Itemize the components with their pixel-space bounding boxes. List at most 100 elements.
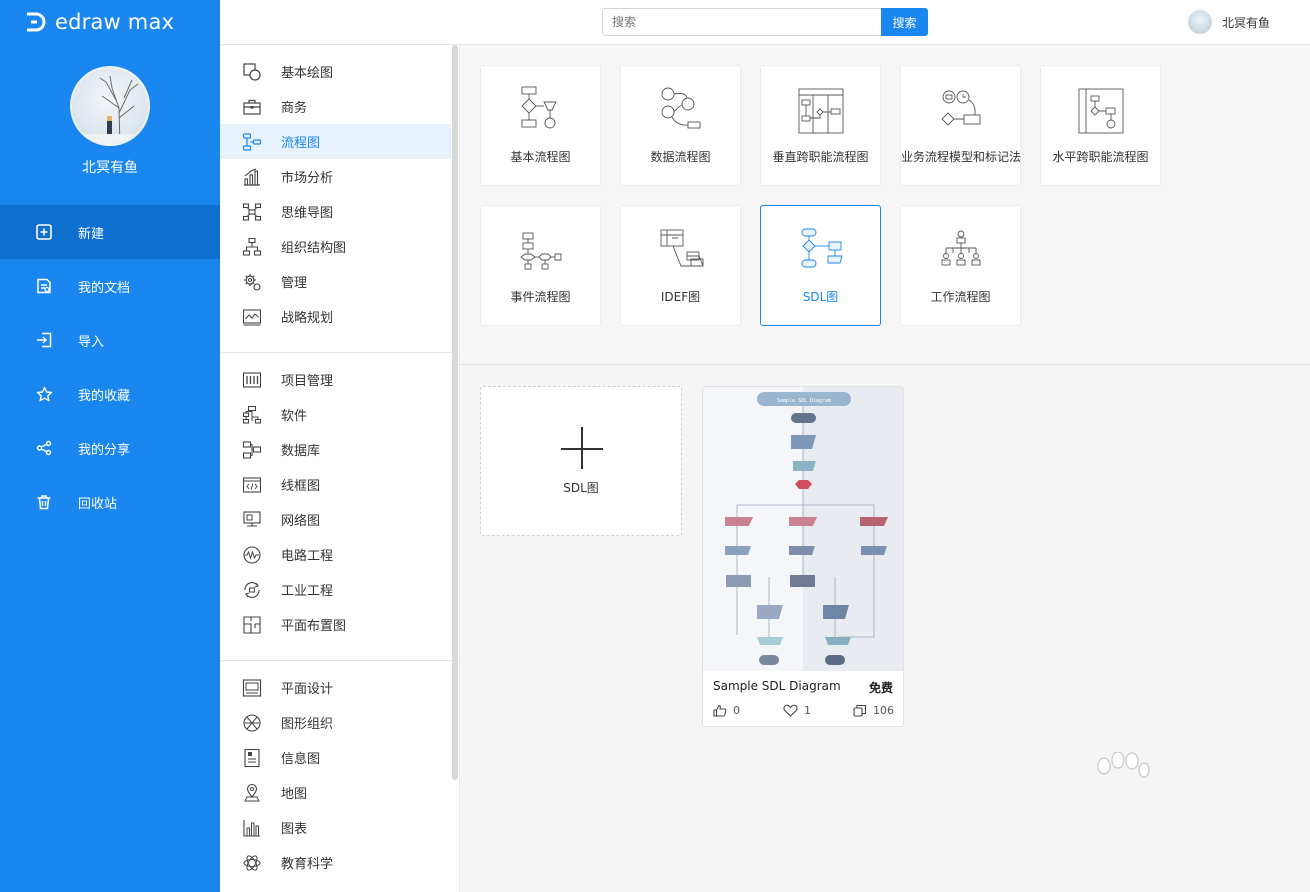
subtype-data-flowchart[interactable]: 数据流程图 bbox=[620, 65, 741, 186]
search-button[interactable]: 搜索 bbox=[881, 8, 928, 36]
thumbs-up-icon bbox=[713, 704, 727, 717]
category-label: 软件 bbox=[281, 409, 308, 424]
category-label: 市场分析 bbox=[281, 171, 334, 186]
circuit-icon bbox=[242, 545, 262, 565]
category-label: 电路工程 bbox=[281, 549, 334, 564]
category-group: 基本绘图 商务 流程图 市场分析 思维导图 组织结构图 管理 战略规划 bbox=[220, 45, 459, 353]
category-infographic[interactable]: 信息图 bbox=[220, 740, 451, 775]
profile-avatar[interactable] bbox=[70, 66, 150, 146]
category-label: 信息图 bbox=[281, 752, 321, 767]
subtype-workflow[interactable]: 工作流程图 bbox=[900, 205, 1021, 326]
subtype-horizontal-cross-functional[interactable]: 水平跨职能流程图 bbox=[1040, 65, 1161, 186]
search-box: 搜索 bbox=[602, 8, 928, 36]
main-nav: 新建 我的文档 导入 我的收藏 我的分享 回收站 bbox=[0, 205, 220, 529]
subtype-basic-flowchart[interactable]: 基本流程图 bbox=[480, 65, 601, 186]
subtype-vertical-cross-functional[interactable]: 垂直跨职能流程图 bbox=[760, 65, 881, 186]
category-circuit[interactable]: 电路工程 bbox=[220, 537, 451, 572]
nav-item-label: 我的文档 bbox=[78, 280, 131, 296]
category-panel: 基本绘图 商务 流程图 市场分析 思维导图 组织结构图 管理 战略规划 项目管理… bbox=[220, 45, 460, 892]
category-label: 数据库 bbox=[281, 444, 321, 459]
category-flowchart[interactable]: 流程图 bbox=[220, 124, 451, 159]
star-icon bbox=[35, 385, 53, 403]
category-label: 管理 bbox=[281, 276, 308, 291]
sdl-thumbnail-icon bbox=[791, 226, 851, 276]
import-icon bbox=[35, 331, 53, 349]
basic-flowchart-thumbnail-icon bbox=[511, 86, 571, 136]
category-business[interactable]: 商务 bbox=[220, 89, 451, 124]
documents-icon bbox=[35, 277, 53, 295]
subtype-bpmn[interactable]: 业务流程模型和标记法 bbox=[900, 65, 1021, 186]
template-price-badge: 免费 bbox=[868, 681, 893, 695]
category-market-analysis[interactable]: 市场分析 bbox=[220, 159, 451, 194]
nav-item-import[interactable]: 导入 bbox=[0, 313, 220, 367]
favorites-count: 1 bbox=[804, 704, 811, 717]
subtype-idef[interactable]: IDEF图 bbox=[620, 205, 741, 326]
search-input[interactable] bbox=[602, 8, 881, 36]
category-label: 线框图 bbox=[281, 479, 321, 494]
wireframe-icon bbox=[242, 475, 262, 495]
category-label: 图表 bbox=[281, 822, 308, 837]
briefcase-icon bbox=[242, 97, 262, 117]
category-strategy[interactable]: 战略规划 bbox=[220, 299, 451, 334]
category-group: 项目管理 软件 数据库 线框图 网络图 电路工程 工业工程 平面布置图 bbox=[220, 353, 459, 661]
subtype-label: SDL图 bbox=[802, 290, 839, 304]
favorites-stat[interactable]: 1 bbox=[783, 704, 811, 717]
map-pin-icon bbox=[242, 783, 262, 803]
category-graphic-design[interactable]: 平面设计 bbox=[220, 670, 451, 705]
template-card[interactable]: Sample SDL Diagram Sample SDL Diagram 免费 bbox=[702, 386, 904, 727]
flowchart-icon bbox=[242, 132, 262, 152]
category-network[interactable]: 网络图 bbox=[220, 502, 451, 537]
idef-thumbnail-icon bbox=[651, 226, 711, 276]
category-mind-map[interactable]: 思维导图 bbox=[220, 194, 451, 229]
category-label: 战略规划 bbox=[281, 311, 334, 326]
category-industrial[interactable]: 工业工程 bbox=[220, 572, 451, 607]
category-wireframe[interactable]: 线框图 bbox=[220, 467, 451, 502]
category-map[interactable]: 地图 bbox=[220, 775, 451, 810]
subtype-event-flowchart[interactable]: 事件流程图 bbox=[480, 205, 601, 326]
category-label: 基本绘图 bbox=[281, 66, 334, 81]
horizontal-swimlane-thumbnail-icon bbox=[1071, 86, 1131, 136]
vertical-swimlane-thumbnail-icon bbox=[791, 86, 851, 136]
category-software[interactable]: 软件 bbox=[220, 397, 451, 432]
category-management[interactable]: 管理 bbox=[220, 264, 451, 299]
management-gear-icon bbox=[242, 272, 262, 292]
subtype-label: 水平跨职能流程图 bbox=[1052, 150, 1149, 164]
floor-plan-icon bbox=[242, 615, 262, 635]
new-blank-diagram-card[interactable]: SDL图 bbox=[480, 386, 682, 536]
nav-item-trash[interactable]: 回收站 bbox=[0, 475, 220, 529]
category-scrollbar[interactable] bbox=[452, 45, 458, 780]
template-preview-title: Sample SDL Diagram bbox=[777, 398, 831, 404]
top-user-name: 北冥有鱼 bbox=[1221, 15, 1270, 30]
category-charts[interactable]: 图表 bbox=[220, 810, 451, 845]
template-title: Sample SDL Diagram bbox=[713, 679, 841, 693]
top-user-menu[interactable]: 北冥有鱼 bbox=[1187, 10, 1270, 34]
nav-item-favorites[interactable]: 我的收藏 bbox=[0, 367, 220, 421]
event-flowchart-thumbnail-icon bbox=[511, 226, 571, 276]
category-project-management[interactable]: 项目管理 bbox=[220, 362, 451, 397]
category-science[interactable]: 教育科学 bbox=[220, 845, 451, 880]
category-database[interactable]: 数据库 bbox=[220, 432, 451, 467]
app-logo[interactable]: edraw max bbox=[24, 9, 174, 35]
nav-item-label: 导入 bbox=[78, 334, 105, 350]
avatar bbox=[1187, 10, 1212, 34]
category-basic-drawing[interactable]: 基本绘图 bbox=[220, 54, 451, 89]
profile-name: 北冥有鱼 bbox=[82, 160, 138, 176]
org-chart-icon bbox=[242, 237, 262, 257]
copies-stat[interactable]: 106 bbox=[853, 704, 894, 717]
top-bar: 搜索 北冥有鱼 bbox=[220, 0, 1310, 45]
basic-shapes-icon bbox=[242, 62, 262, 82]
category-org-chart[interactable]: 组织结构图 bbox=[220, 229, 451, 264]
network-icon bbox=[242, 510, 262, 530]
category-label: 商务 bbox=[281, 101, 308, 116]
nav-item-my-documents[interactable]: 我的文档 bbox=[0, 259, 220, 313]
paw-icon bbox=[1097, 752, 1150, 778]
nav-item-shares[interactable]: 我的分享 bbox=[0, 421, 220, 475]
subtype-sdl[interactable]: SDL图 bbox=[760, 205, 881, 326]
category-label: 平面设计 bbox=[281, 682, 334, 697]
nav-item-new[interactable]: 新建 bbox=[0, 205, 220, 259]
category-graphic-organizer[interactable]: 图形组织 bbox=[220, 705, 451, 740]
industrial-icon bbox=[242, 580, 262, 600]
likes-stat[interactable]: 0 bbox=[713, 704, 740, 717]
subtype-label: IDEF图 bbox=[660, 290, 701, 304]
category-floor-plan[interactable]: 平面布置图 bbox=[220, 607, 451, 642]
